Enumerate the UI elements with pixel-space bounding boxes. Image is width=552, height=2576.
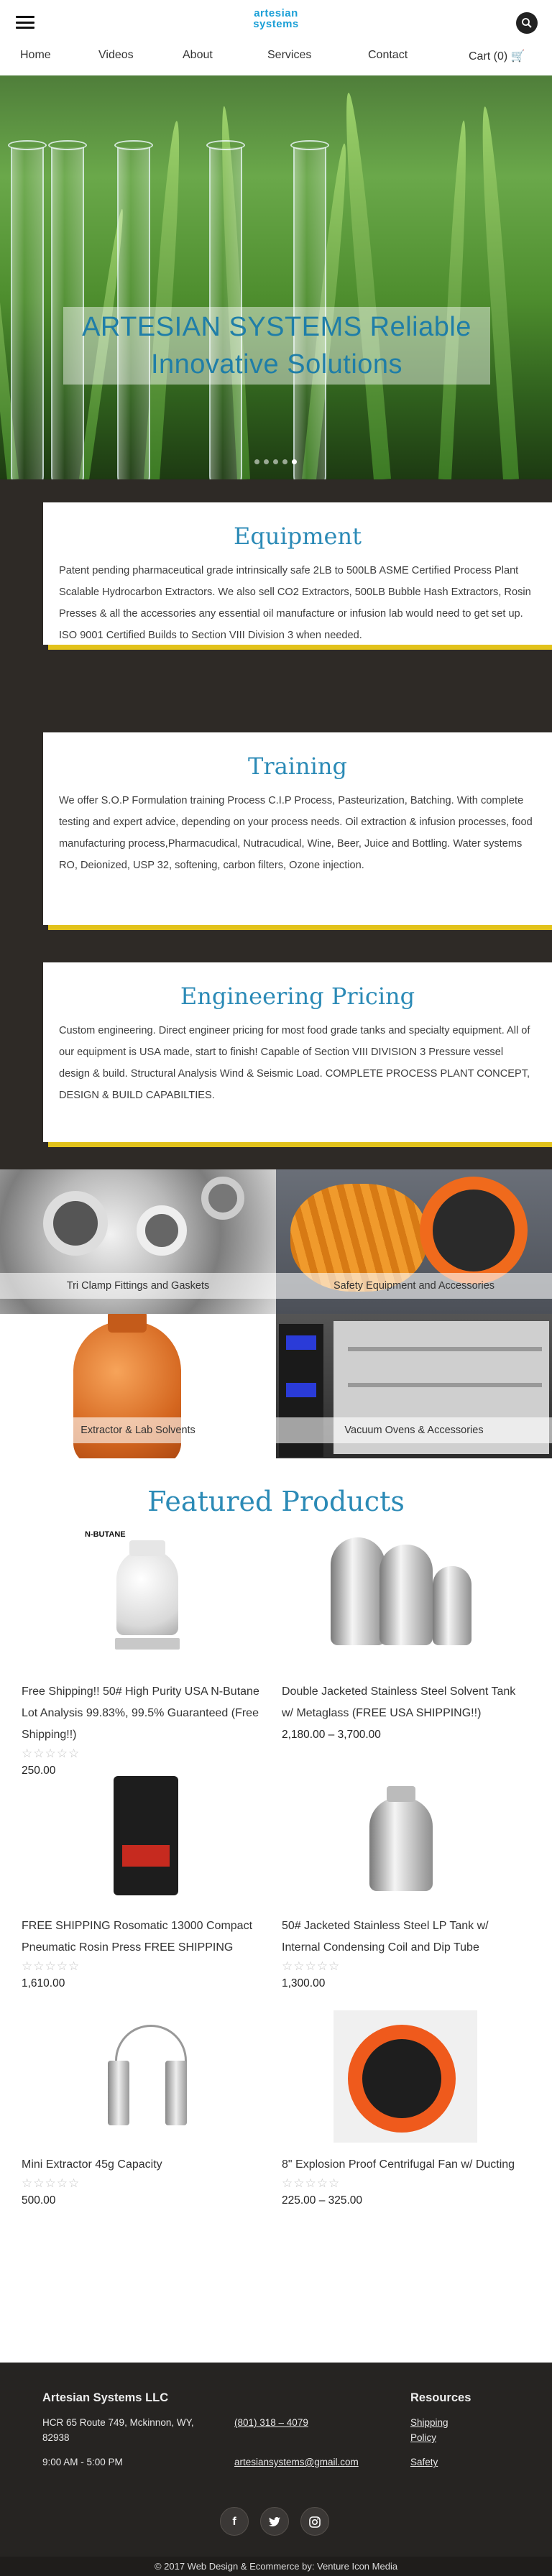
product-image[interactable] [22, 1776, 266, 1908]
category-tiles: Tri Clamp Fittings and Gaskets Safety Eq… [0, 1169, 552, 1458]
card-body-2: ISO 9001 Certified Builds to Section VII… [59, 630, 362, 641]
hero-slider: ARTESIAN SYSTEMS Reliable Innovative Sol… [0, 75, 552, 479]
rating-stars: ☆☆☆☆☆ [22, 1747, 80, 1760]
nav-home[interactable]: Home [20, 49, 51, 62]
rating-stars: ☆☆☆☆☆ [282, 1959, 341, 1973]
tile-vacuum-ovens[interactable]: Vacuum Ovens & Accessories [276, 1314, 552, 1458]
product-grid: N-BUTANE Free Shipping!! 50# High Purity… [0, 1517, 552, 2272]
featured-title: Featured Products [147, 1486, 405, 1517]
card-body: Custom engineering. Direct engineer pric… [59, 1025, 530, 1101]
rating-stars: ☆☆☆☆☆ [22, 1959, 80, 1973]
product-name[interactable]: Double Jacketed Stainless Steel Solvent … [282, 1681, 526, 1724]
footer-link-safety[interactable]: Safety [410, 2455, 438, 2470]
search-button[interactable] [516, 12, 538, 34]
footer-link-policy[interactable]: Policy [410, 2430, 436, 2445]
product-image[interactable] [282, 1776, 526, 1908]
product-name[interactable]: Free Shipping!! 50# High Purity USA N-Bu… [22, 1681, 266, 1746]
search-icon [522, 18, 532, 28]
footer-link-shipping[interactable]: Shipping [410, 2415, 448, 2430]
site-logo[interactable]: artesian systems [0, 8, 552, 29]
cart-icon: 🛒 [510, 50, 525, 63]
card-title: Training [248, 753, 347, 780]
footer-resources-title: Resources [410, 2391, 472, 2404]
product-price: 1,300.00 [282, 1977, 326, 1990]
nav-services[interactable]: Services [267, 49, 311, 62]
nav-contact[interactable]: Contact [368, 49, 408, 62]
nav-about[interactable]: About [183, 49, 213, 62]
product-name[interactable]: FREE SHIPPING Rosomatic 13000 Compact Pn… [22, 1915, 266, 1959]
footer-address: HCR 65 Route 749, Mckinnon, WY, 82938 [42, 2417, 194, 2443]
logo-line-1: artesian [254, 7, 298, 19]
product-image[interactable] [282, 1530, 526, 1674]
card-body: We offer S.O.P Formulation training Proc… [59, 795, 533, 871]
nav-videos[interactable]: Videos [98, 49, 134, 62]
product-price: 1,610.00 [22, 1977, 65, 1990]
product-image[interactable] [282, 2010, 526, 2147]
card-title: Engineering Pricing [180, 983, 415, 1010]
product-card[interactable]: FREE SHIPPING Rosomatic 13000 Compact Pn… [22, 1776, 266, 1990]
product-image[interactable]: N-BUTANE [22, 1530, 266, 1674]
footer-email[interactable]: artesiansystems@gmail.com [234, 2455, 359, 2470]
site-footer: Artesian Systems LLC HCR 65 Route 749, M… [0, 2363, 552, 2557]
card-title: Equipment [234, 523, 362, 550]
product-card[interactable]: 50# Jacketed Stainless Steel LP Tank w/ … [282, 1776, 526, 1990]
instagram-icon[interactable] [300, 2507, 329, 2536]
hero-title: ARTESIAN SYSTEMS Reliable Innovative Sol… [63, 307, 490, 385]
slider-dots [254, 455, 301, 468]
tile-tri-clamp[interactable]: Tri Clamp Fittings and Gaskets [0, 1169, 276, 1314]
product-card[interactable]: Double Jacketed Stainless Steel Solvent … [282, 1530, 526, 1742]
logo-line-2: systems [253, 18, 299, 30]
product-image-label: N-BUTANE [85, 1530, 126, 1539]
tile-caption: Tri Clamp Fittings and Gaskets [0, 1273, 276, 1299]
slider-dot-active[interactable] [292, 459, 297, 464]
nav-cart[interactable]: Cart (0) 🛒 [469, 49, 525, 63]
copyright: © 2017 Web Design & Ecommerce by: Ventur… [0, 2557, 552, 2576]
product-card[interactable]: Mini Extractor 45g Capacity ☆☆☆☆☆ 500.00 [22, 2010, 266, 2207]
slider-dot[interactable] [282, 459, 288, 464]
tile-caption: Safety Equipment and Accessories [276, 1273, 552, 1299]
slider-dot[interactable] [264, 459, 269, 464]
footer-phone[interactable]: (801) 318 – 4079 [234, 2415, 308, 2430]
product-price: 225.00 – 325.00 [282, 2194, 363, 2207]
rating-stars: ☆☆☆☆☆ [282, 2176, 341, 2190]
facebook-icon[interactable]: f [220, 2507, 249, 2536]
page: artesian systems Home Videos About Servi… [0, 0, 552, 2576]
product-image[interactable] [22, 2010, 266, 2147]
rating-stars: ☆☆☆☆☆ [22, 2176, 80, 2190]
tile-solvents[interactable]: Extractor & Lab Solvents [0, 1314, 276, 1458]
site-header: artesian systems [0, 0, 552, 42]
tile-safety[interactable]: Safety Equipment and Accessories [276, 1169, 552, 1314]
product-price: 2,180.00 – 3,700.00 [282, 1729, 381, 1741]
main-nav: Home Videos About Services Contact Cart … [0, 42, 552, 75]
product-card[interactable]: 8" Explosion Proof Centrifugal Fan w/ Du… [282, 2010, 526, 2207]
slider-dot[interactable] [273, 459, 278, 464]
services-band: Equipment Patent pending pharmaceutical … [0, 479, 552, 1169]
product-price: 500.00 [22, 2194, 56, 2207]
slider-dot[interactable] [254, 459, 259, 464]
tile-caption: Vacuum Ovens & Accessories [276, 1417, 552, 1443]
product-card[interactable]: N-BUTANE Free Shipping!! 50# High Purity… [22, 1530, 266, 1777]
tile-caption: Extractor & Lab Solvents [0, 1417, 276, 1443]
twitter-icon[interactable] [260, 2507, 289, 2536]
product-name[interactable]: 50# Jacketed Stainless Steel LP Tank w/ … [282, 1915, 526, 1959]
product-name[interactable]: 8" Explosion Proof Centrifugal Fan w/ Du… [282, 2154, 526, 2176]
footer-hours: 9:00 AM - 5:00 PM [42, 2457, 123, 2467]
cart-label: Cart (0) [469, 50, 508, 63]
footer-company: Artesian Systems LLC [42, 2391, 169, 2404]
product-name[interactable]: Mini Extractor 45g Capacity [22, 2154, 266, 2176]
card-body: Patent pending pharmaceutical grade intr… [59, 565, 531, 620]
